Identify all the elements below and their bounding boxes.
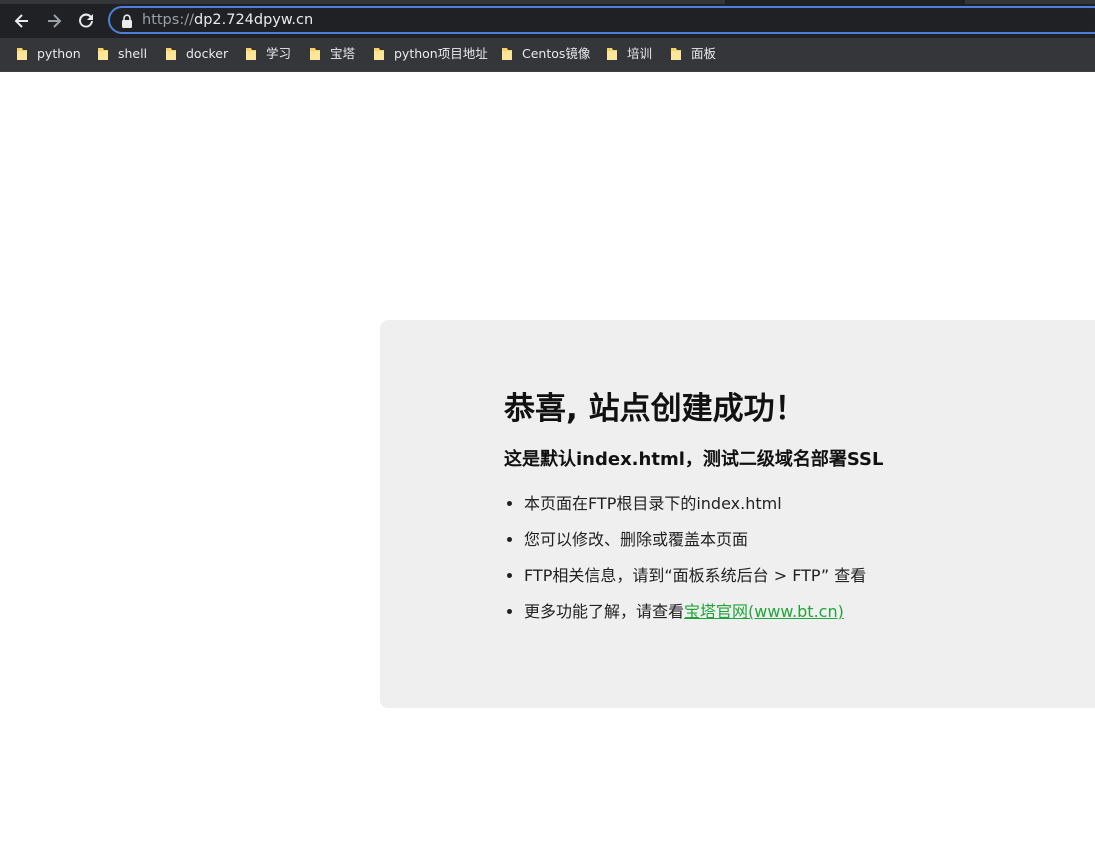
folder-icon (310, 48, 320, 60)
browser-chrome: https://dp2.724dpyw.cn python shell dock… (0, 0, 1095, 72)
bookmark-label: Centos镜像 (522, 46, 591, 61)
url-text[interactable]: https://dp2.724dpyw.cn (142, 11, 313, 29)
list-item-text: 本页面在FTP根目录下的index.html (524, 494, 782, 513)
info-list: 本页面在FTP根目录下的index.html 您可以修改、删除或覆盖本页面 FT… (504, 494, 1095, 622)
reload-icon (79, 13, 93, 28)
arrow-left-icon (14, 14, 28, 28)
folder-icon (246, 48, 256, 60)
page-subtitle: 这是默认index.html，测试二级域名部署SSL (504, 449, 884, 470)
page-title: 恭喜, 站点创建成功！ (504, 391, 806, 427)
bookmark-label: python项目地址 (394, 46, 488, 61)
browser-toolbar: https://dp2.724dpyw.cn (0, 4, 1095, 38)
url-host: dp2.724dpyw.cn (193, 12, 314, 28)
url-scheme: https:// (142, 12, 194, 28)
list-item: 本页面在FTP根目录下的index.html (524, 494, 1095, 514)
page-content: 恭喜, 站点创建成功！ 这是默认index.html，测试二级域名部署SSL 本… (0, 72, 1095, 850)
bookmark-training[interactable]: 培训 (606, 44, 652, 64)
bookmark-label: docker (186, 46, 229, 61)
lock-icon[interactable] (121, 14, 133, 28)
bookmark-python[interactable]: python (16, 44, 81, 64)
folder-icon (98, 48, 108, 60)
bookmark-study[interactable]: 学习 (245, 44, 291, 64)
folder-icon (374, 48, 384, 60)
list-item-text: 您可以修改、删除或覆盖本页面 (524, 530, 749, 549)
bookmark-shell[interactable]: shell (97, 44, 147, 64)
bookmark-label: 面板 (691, 46, 717, 61)
folder-icon (671, 48, 681, 60)
folder-icon (502, 48, 512, 60)
bookmark-docker[interactable]: docker (165, 44, 228, 64)
back-button[interactable] (9, 8, 35, 34)
list-item: 更多功能了解，请查看宝塔官网(www.bt.cn) (524, 602, 1095, 622)
bookmark-label: 培训 (627, 46, 653, 61)
list-item: FTP相关信息，请到“面板系统后台 > FTP” 查看 (524, 566, 1095, 586)
bookmark-label: 学习 (266, 46, 292, 61)
bookmark-label: 宝塔 (330, 46, 356, 61)
bookmark-label: shell (118, 46, 148, 61)
arrow-right-icon (48, 14, 62, 28)
bookmark-centos-mirror[interactable]: Centos镜像 (501, 44, 590, 64)
list-item: 您可以修改、删除或覆盖本页面 (524, 530, 1095, 550)
welcome-card-body: 恭喜, 站点创建成功！ 这是默认index.html，测试二级域名部署SSL 本… (504, 388, 1095, 638)
bt-website-link[interactable]: 宝塔官网(www.bt.cn) (684, 602, 844, 621)
folder-icon (607, 48, 617, 60)
welcome-card: 恭喜, 站点创建成功！ 这是默认index.html，测试二级域名部署SSL 本… (380, 320, 1095, 708)
address-bar[interactable]: https://dp2.724dpyw.cn (108, 6, 1095, 34)
forward-button[interactable] (41, 8, 67, 34)
folder-icon (166, 48, 176, 60)
bookmark-python-projects[interactable]: python项目地址 (373, 44, 488, 64)
list-item-text: FTP相关信息，请到“面板系统后台 > FTP” 查看 (524, 566, 867, 585)
bookmark-panel[interactable]: 面板 (670, 44, 716, 64)
list-item-text: 更多功能了解，请查看 (524, 602, 685, 621)
folder-icon (17, 48, 27, 60)
bookmarks-bar: python shell docker 学习 宝塔 python项目地址 Cen… (0, 38, 1095, 72)
bookmark-baota[interactable]: 宝塔 (309, 44, 355, 64)
reload-button[interactable] (73, 8, 99, 34)
bookmark-label: python (37, 46, 81, 61)
